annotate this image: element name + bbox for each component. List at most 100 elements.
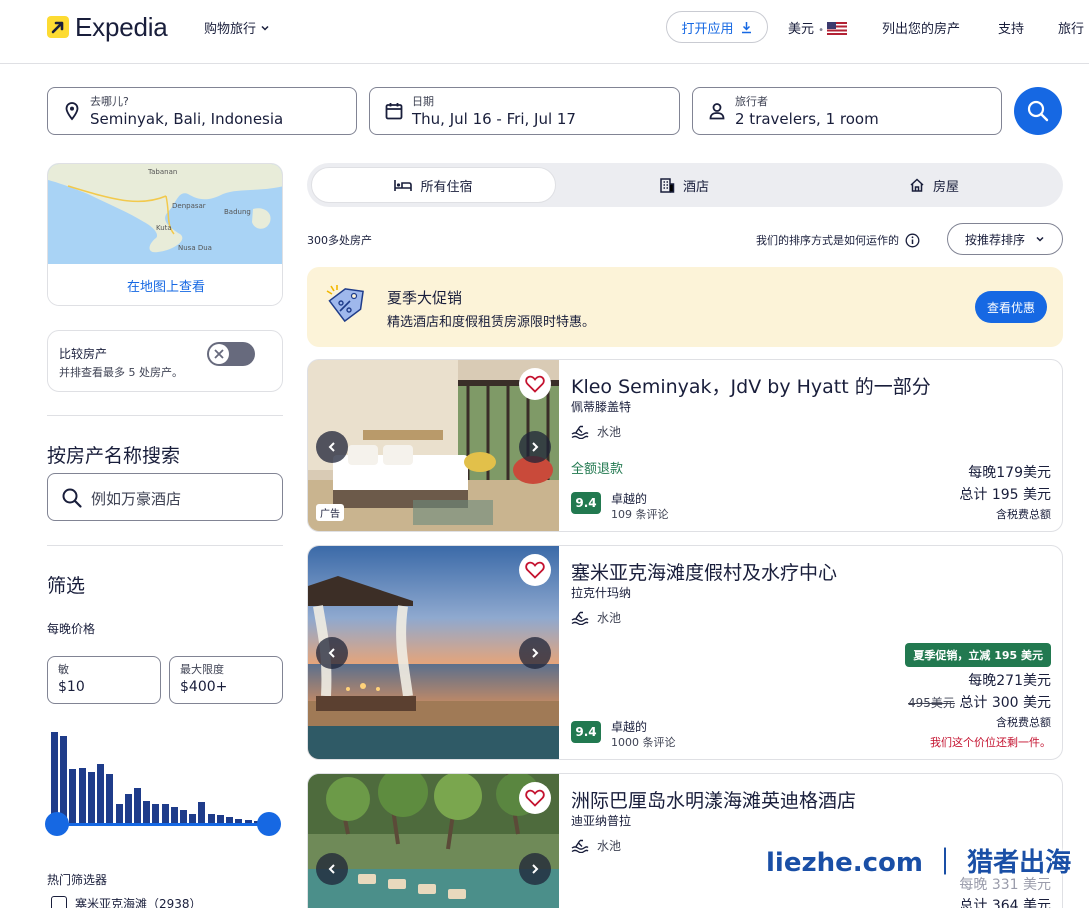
currency-selector[interactable]: 美元 • <box>788 18 848 37</box>
max-price-slider-handle[interactable] <box>257 812 281 836</box>
top-header: Expedia 购物旅行 打开应用 美元 • 列出您的房产 支持 旅行 <box>0 0 1089 64</box>
scarcity-message: 我们这个价位还剩一件。 <box>930 736 1051 749</box>
total-price: 总计 195 美元 <box>959 487 1051 503</box>
next-photo-button[interactable] <box>519 637 551 669</box>
person-icon <box>709 103 725 120</box>
price-range-track[interactable] <box>57 823 269 826</box>
tab-hotels-label: 酒店 <box>682 179 709 195</box>
how-sort-works-link[interactable]: 我们的排序方式是如何运作的 <box>756 232 920 248</box>
histogram-bar <box>124 794 132 824</box>
destination-label: 去哪儿? <box>90 95 129 108</box>
histogram-bar <box>106 774 114 824</box>
search-button[interactable] <box>1014 87 1062 135</box>
popular-filter-option[interactable]: 塞米亚克海滩（2938） <box>51 895 202 908</box>
property-name[interactable]: 塞米亚克海滩度假村及水疗中心 <box>571 558 837 585</box>
list-property-link[interactable]: 列出您的房产 <box>882 18 960 37</box>
ad-label: 广告 <box>316 504 344 521</box>
heart-icon <box>525 561 545 579</box>
rating-word: 卓越的 <box>611 720 648 734</box>
tab-all-stays-label: 所有住宿 <box>420 179 473 195</box>
histogram-bar <box>170 807 178 824</box>
promo-title: 夏季大促销 <box>387 289 463 307</box>
amenity: 水池 <box>571 837 621 854</box>
dates-label: 日期 <box>412 95 434 108</box>
expedia-logo-icon[interactable] <box>47 16 69 38</box>
map-label-badung: Badung <box>224 208 251 216</box>
review-count: 109 条评论 <box>611 508 669 521</box>
rating-score: 9.4 <box>571 721 601 743</box>
histogram-bar <box>180 810 188 824</box>
property-type-tabs: 所有住宿 酒店 房屋 <box>307 163 1063 207</box>
hotel-building-icon <box>660 178 675 193</box>
promo-subtitle: 精选酒店和度假租赁房源限时特惠。 <box>387 315 596 330</box>
view-on-map-link[interactable]: 在地图上查看 <box>48 264 282 305</box>
tab-hotels[interactable]: 酒店 <box>559 167 809 203</box>
sort-label: 按推荐排序 <box>964 232 1025 247</box>
divider <box>47 415 283 416</box>
property-name[interactable]: Kleo Seminyak，JdV by Hyatt 的一部分 <box>571 372 931 399</box>
dates-field[interactable]: 日期 Thu, Jul 16 - Fri, Jul 17 <box>369 87 680 135</box>
rating-score: 9.4 <box>571 492 601 514</box>
filter-title: 筛选 <box>47 575 86 597</box>
brand-name[interactable]: Expedia <box>75 12 168 43</box>
next-photo-button[interactable] <box>519 431 551 463</box>
min-price-input[interactable]: 敏 $10 <box>47 656 161 704</box>
histogram-bar <box>161 804 169 824</box>
previous-photo-button[interactable] <box>316 431 348 463</box>
max-price-value: $400+ <box>180 679 228 695</box>
tab-all-stays[interactable]: 所有住宿 <box>311 167 556 203</box>
histogram-bar <box>97 764 105 824</box>
compare-properties-card: 比较房产 并排查看最多 5 处房产。 <box>47 330 283 392</box>
max-price-input[interactable]: 最大限度 $400+ <box>169 656 283 704</box>
us-flag-icon <box>827 22 848 35</box>
price-per-night-title: 每晚价格 <box>47 622 96 636</box>
divider <box>47 545 283 546</box>
histogram-bar <box>143 801 151 824</box>
min-price-slider-handle[interactable] <box>45 812 69 836</box>
tax-note: 含税费总额 <box>996 716 1051 729</box>
property-card[interactable]: 洲际巴厘岛水明漾海滩英迪格酒店 迪亚纳普拉 水池 每晚 331 美元 总计 36… <box>307 773 1063 908</box>
search-icon <box>62 488 82 508</box>
heart-icon <box>525 789 545 807</box>
travelers-field[interactable]: 旅行者 2 travelers, 1 room <box>692 87 1002 135</box>
property-name[interactable]: 洲际巴厘岛水明漾海滩英迪格酒店 <box>571 786 856 813</box>
property-card[interactable]: 广告 Kleo Seminyak，JdV by Hyatt 的一部分 佩蒂滕盖特… <box>307 359 1063 532</box>
amenity: 水池 <box>571 423 621 440</box>
map-card[interactable]: Tabanan Denpasar Kuta Nusa Dua Badung 在地… <box>47 163 283 306</box>
nightly-price: 每晚179美元 <box>968 465 1051 481</box>
watermark-text: liezhe.com ｜ 猎者出海 <box>766 848 1072 878</box>
histogram-bar <box>115 804 123 824</box>
popular-filters-title: 热门筛选器 <box>47 873 108 887</box>
property-card[interactable]: 塞米亚克海滩度假村及水疗中心 拉克什玛纳 水池 夏季促销，立减 195 美元 9… <box>307 545 1063 760</box>
sort-dropdown[interactable]: 按推荐排序 <box>947 223 1063 255</box>
favorite-button[interactable] <box>519 782 551 814</box>
support-link[interactable]: 支持 <box>998 18 1024 37</box>
favorite-button[interactable] <box>519 554 551 586</box>
chevron-left-icon <box>328 442 335 452</box>
trips-link[interactable]: 旅行 <box>1058 18 1084 37</box>
property-location: 迪亚纳普拉 <box>571 814 632 828</box>
currency-label: 美元 <box>788 22 815 37</box>
how-sort-label: 我们的排序方式是如何运作的 <box>756 234 899 247</box>
favorite-button[interactable] <box>519 368 551 400</box>
travelers-label: 旅行者 <box>735 95 768 108</box>
total-price-row: 495美元 总计 300 美元 <box>908 692 1051 712</box>
tab-homes[interactable]: 房屋 <box>809 167 1059 203</box>
amenity-label: 水池 <box>597 425 622 439</box>
histogram-bar <box>60 736 68 824</box>
property-name-input[interactable]: 例如万豪酒店 <box>47 473 283 521</box>
compare-toggle[interactable] <box>207 342 255 366</box>
checkbox[interactable] <box>51 895 67 908</box>
heart-icon <box>525 375 545 393</box>
map-label-tabanan: Tabanan <box>148 168 178 176</box>
destination-field[interactable]: 去哪儿? Seminyak, Bali, Indonesia <box>47 87 357 135</box>
next-photo-button[interactable] <box>519 853 551 885</box>
previous-photo-button[interactable] <box>316 637 348 669</box>
min-price-value: $10 <box>58 679 85 695</box>
total-price: 总计 364 美元 <box>959 898 1051 908</box>
open-app-button[interactable]: 打开应用 <box>666 11 768 43</box>
shop-travel-menu[interactable]: 购物旅行 <box>204 18 270 37</box>
map-preview[interactable]: Tabanan Denpasar Kuta Nusa Dua Badung <box>48 164 282 264</box>
view-deals-button[interactable]: 查看优惠 <box>975 291 1047 323</box>
previous-photo-button[interactable] <box>316 853 348 885</box>
